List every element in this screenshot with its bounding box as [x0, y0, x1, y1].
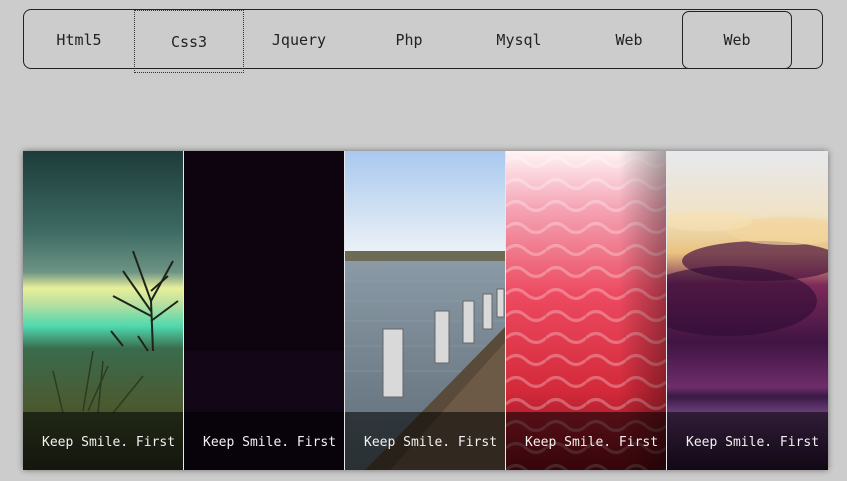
gallery-panel-1[interactable]: Keep Smile. First: [23, 151, 184, 470]
nav-item-label: Php: [395, 31, 423, 49]
gallery-panel-5[interactable]: Keep Smile. First: [667, 151, 828, 470]
nav-item-mysql[interactable]: Mysql: [464, 10, 574, 70]
nav-item-web-active[interactable]: Web: [682, 11, 792, 69]
image-accordion-gallery: Keep Smile. First Keep Smile. First Keep…: [23, 151, 828, 470]
panel-caption: Keep Smile. First: [364, 435, 498, 450]
panel-caption: Keep Smile. First: [525, 435, 659, 450]
nav-item-label: Css3: [170, 32, 208, 51]
panel-caption: Keep Smile. First: [203, 435, 337, 450]
nav-item-label: Html5: [56, 31, 102, 49]
nav-item-label: Web: [723, 31, 751, 49]
nav-item-label: Mysql: [496, 31, 542, 49]
panel-caption: Keep Smile. First: [42, 435, 176, 450]
nav-item-php[interactable]: Php: [354, 10, 464, 70]
nav-item-label: Web: [615, 31, 643, 49]
nav-item-html5[interactable]: Html5: [24, 10, 134, 70]
top-navigation: Html5 Css3 Jquery Php Mysql Web Web: [23, 9, 823, 73]
nav-item-web[interactable]: Web: [574, 10, 684, 70]
nav-item-jquery[interactable]: Jquery: [244, 10, 354, 70]
gallery-panel-3[interactable]: Keep Smile. First: [345, 151, 506, 470]
nav-item-css3[interactable]: Css3: [134, 10, 244, 73]
panel-caption: Keep Smile. First: [686, 435, 820, 450]
gallery-panel-2[interactable]: Keep Smile. First: [184, 151, 345, 470]
gallery-panel-4[interactable]: Keep Smile. First: [506, 151, 667, 470]
nav-item-label: Jquery: [271, 31, 327, 49]
